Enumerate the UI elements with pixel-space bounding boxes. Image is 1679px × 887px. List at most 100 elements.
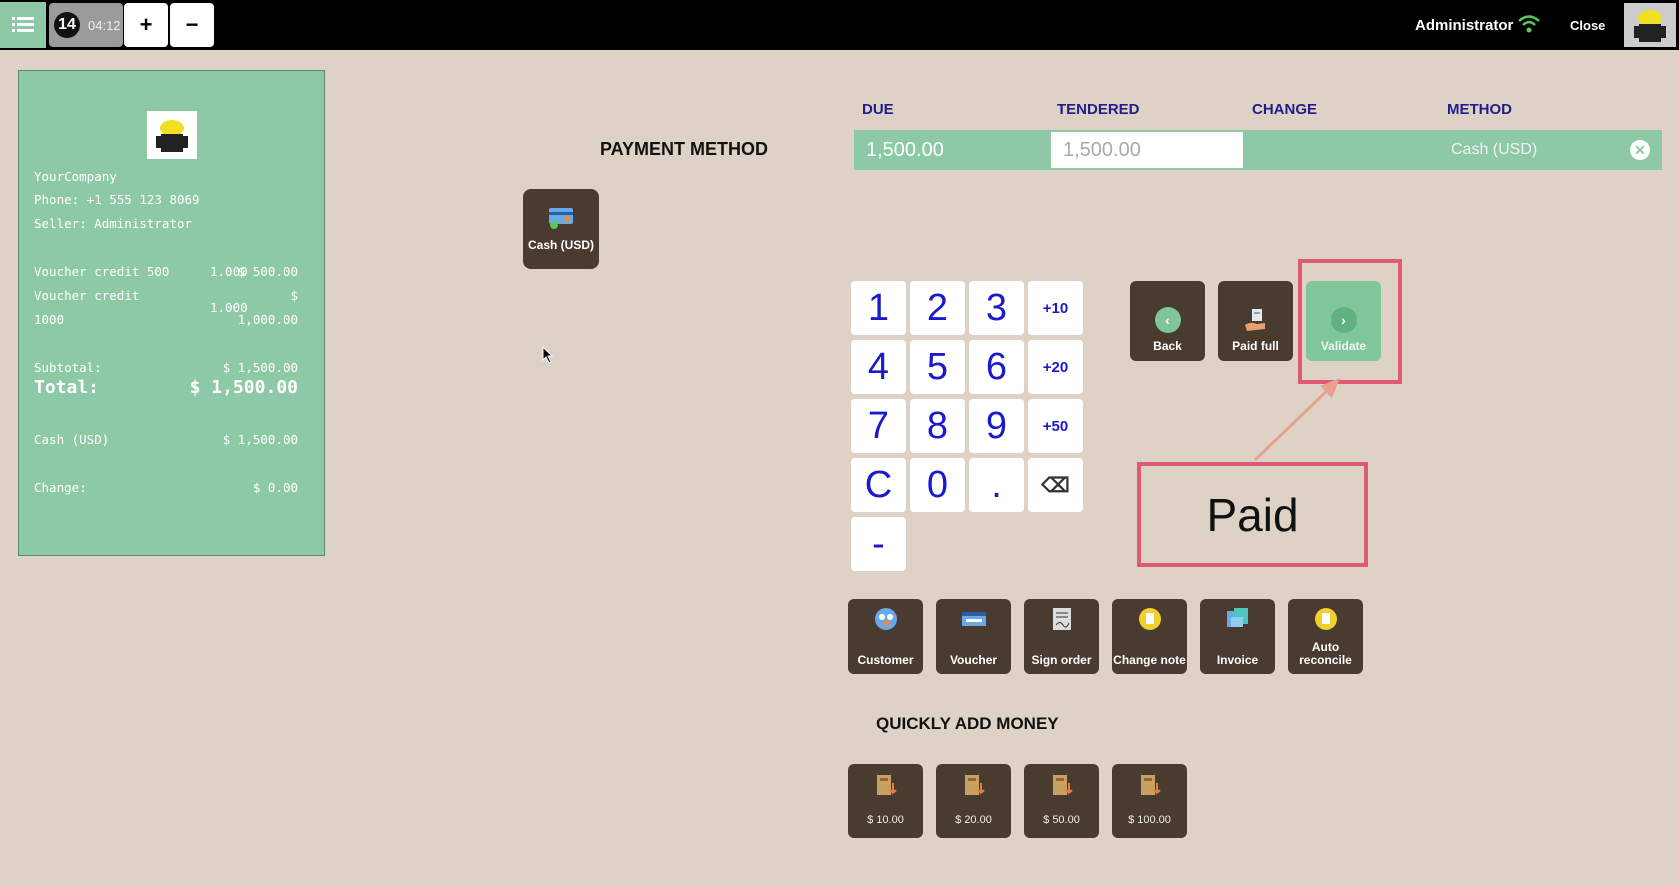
validate-highlight (1298, 259, 1402, 384)
numpad-key-plus10[interactable]: +10 (1028, 281, 1083, 335)
company-logo (147, 111, 197, 159)
sign-order-label: Sign order (1031, 653, 1092, 667)
receipt-subtotal: Subtotal: $ 1,500.00 (34, 360, 298, 375)
order-number-badge: 14 (54, 12, 80, 38)
voucher-button[interactable]: Voucher (936, 599, 1011, 674)
quick-money-label: $ 100.00 (1128, 814, 1171, 826)
numpad-key-9[interactable]: 9 (969, 399, 1024, 453)
top-bar: 14 04:12 + − Administrator Close (0, 0, 1679, 50)
receipt-company: YourCompany (34, 169, 117, 184)
customer-label: Customer (857, 653, 914, 667)
receipt-line-name: Voucher credit 500 (34, 264, 170, 279)
quick-money-label: $ 20.00 (955, 814, 992, 826)
quick-money-50-button[interactable]: $ 50.00 (1024, 764, 1099, 838)
close-button[interactable]: Close (1570, 18, 1605, 33)
paid-full-label: Paid full (1232, 339, 1279, 353)
note-icon (1139, 608, 1161, 630)
payment-method-title: PAYMENT METHOD (600, 139, 769, 159)
voucher-icon (962, 612, 986, 626)
order-time: 04:12 (88, 17, 121, 33)
numpad-key-5[interactable]: 5 (910, 340, 965, 394)
numpad-key-8[interactable]: 8 (910, 399, 965, 453)
chevron-left-icon: ‹ (1154, 307, 1181, 333)
change-label: Change: (34, 480, 87, 495)
quick-add-money-title: QUICKLY ADD MONEY (876, 714, 1059, 733)
receipt-total: Total: $ 1,500.00 (34, 377, 298, 398)
tendered-input[interactable]: 1,500.00 (1049, 130, 1245, 170)
quick-money-label: $ 10.00 (867, 814, 904, 826)
subtotal-value: $ 1,500.00 (222, 360, 298, 375)
subtotal-label: Subtotal: (34, 360, 102, 375)
card-cash-icon (549, 208, 573, 229)
invoice-label: Invoice (1216, 653, 1259, 667)
numpad-key-plus20[interactable]: +20 (1028, 340, 1083, 394)
numpad-key-2[interactable]: 2 (910, 281, 965, 335)
cash-register-icon (877, 775, 897, 795)
receipt-phone: Phone: +1 555 123 8069 (34, 192, 200, 207)
change-note-button[interactable]: Change note (1112, 599, 1187, 674)
remove-payment-line-icon[interactable]: ✕ (1630, 140, 1650, 160)
payment-label: Cash (USD) (34, 432, 110, 447)
payment-line-method: Cash (USD) (1451, 141, 1538, 158)
receipt-seller: Seller: Administrator (34, 216, 193, 231)
customer-button[interactable]: Customer (848, 599, 923, 674)
cash-register-icon (965, 775, 985, 795)
avatar[interactable] (1624, 3, 1676, 47)
due-header: DUE (862, 101, 894, 118)
hand-money-icon (1244, 309, 1265, 331)
annotation-arrow (1253, 378, 1340, 462)
signature-icon (1053, 608, 1071, 630)
reconcile-icon (1315, 608, 1337, 630)
receipt-line: Voucher credit 500 1.000 $ 500.00 (34, 264, 298, 279)
cashier-name[interactable]: Administrator (1415, 17, 1513, 34)
new-order-button[interactable]: + (124, 3, 168, 47)
receipt-line-name-cont: 1000 (34, 312, 65, 327)
order-tab[interactable]: 14 04:12 (49, 3, 123, 47)
numpad-key-clear[interactable]: C (851, 458, 906, 512)
auto-reconcile-label: Auto reconcile (1299, 640, 1352, 667)
numpad-key-plus50[interactable]: +50 (1028, 399, 1083, 453)
receipt-line-price: $ 500.00 (237, 264, 298, 279)
receipt-change: Change: $ 0.00 (34, 480, 298, 495)
total-label: Total: (34, 377, 100, 398)
numpad-key-3[interactable]: 3 (969, 281, 1024, 335)
numpad-key-6[interactable]: 6 (969, 340, 1024, 394)
invoice-button[interactable]: Invoice (1200, 599, 1275, 674)
numpad-key-7[interactable]: 7 (851, 399, 906, 453)
receipt-preview: YourCompany Phone: +1 555 123 8069 Selle… (18, 70, 325, 556)
receipt-line: Voucher credit $ 1.000 1000 1,000.00 (34, 288, 298, 328)
cash-usd-method-button[interactable]: Cash (USD) (523, 189, 599, 269)
list-icon (12, 17, 34, 32)
back-button[interactable]: ‹ Back (1130, 281, 1205, 361)
numpad-key-0[interactable]: 0 (910, 458, 965, 512)
change-value: $ 0.00 (252, 480, 298, 495)
cash-register-icon (1141, 775, 1161, 795)
payment-line[interactable]: 1,500.00 1,500.00 Cash (USD) ✕ (854, 130, 1662, 170)
customer-icon (875, 608, 897, 630)
cash-register-icon (1053, 775, 1073, 795)
quick-money-20-button[interactable]: $ 20.00 (936, 764, 1011, 838)
backspace-icon[interactable]: ⌫ (1028, 458, 1083, 512)
payment-value: $ 1,500.00 (222, 432, 298, 447)
paid-full-button[interactable]: Paid full (1218, 281, 1293, 361)
logo-icon (156, 120, 188, 152)
menu-button[interactable] (0, 2, 46, 48)
auto-reconcile-button[interactable]: Auto reconcile (1288, 599, 1363, 674)
receipt-payment: Cash (USD) $ 1,500.00 (34, 432, 298, 447)
sign-order-button[interactable]: Sign order (1024, 599, 1099, 674)
delete-order-button[interactable]: − (170, 3, 214, 47)
total-value: $ 1,500.00 (189, 377, 298, 398)
numpad-key-4[interactable]: 4 (851, 340, 906, 394)
change-header: CHANGE (1252, 101, 1318, 118)
quick-money-10-button[interactable]: $ 10.00 (848, 764, 923, 838)
numpad-key-decimal[interactable]: . (969, 458, 1024, 512)
cash-usd-label: Cash (USD) (527, 238, 594, 252)
quick-money-label: $ 50.00 (1043, 814, 1080, 826)
numpad-key-minus[interactable]: - (851, 517, 906, 571)
quick-money-100-button[interactable]: $ 100.00 (1112, 764, 1187, 838)
tendered-header: TENDERED (1057, 101, 1140, 118)
invoice-icon (1227, 608, 1248, 627)
numpad-key-1[interactable]: 1 (851, 281, 906, 335)
voucher-label: Voucher (949, 653, 998, 667)
receipt-line-price: $ (290, 288, 298, 303)
